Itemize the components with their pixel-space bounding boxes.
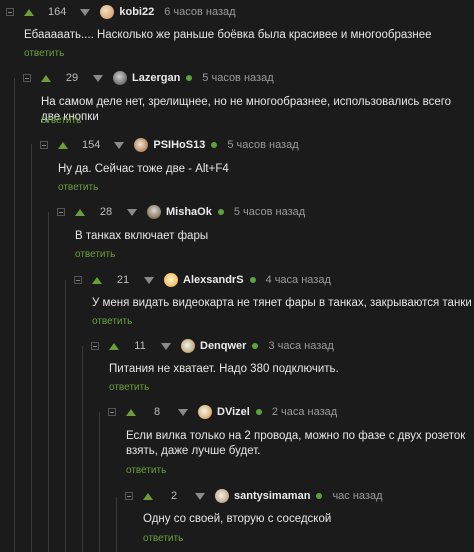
online-indicator — [249, 277, 256, 283]
thread-line — [116, 497, 117, 552]
comment-header: 21 AlexsandrS 4 часа назад — [92, 270, 331, 290]
comment-text: Питания не хватает. Надо 380 подключить. — [109, 363, 339, 375]
comment-rating: 2 — [170, 490, 178, 502]
comment-time: 2 часа назад — [271, 406, 338, 418]
comment-text: У меня видать видеокарта не тянет фары в… — [92, 297, 474, 309]
comment-header: 8 DVizel 2 часа назад — [126, 402, 337, 422]
collapse-thread-icon[interactable] — [23, 74, 31, 82]
comment-header: 164 kobi22 6 часов назад — [24, 2, 236, 22]
collapse-thread-icon[interactable] — [74, 276, 82, 284]
upvote-icon[interactable] — [75, 208, 85, 216]
comment-rating: 164 — [48, 6, 67, 18]
reply-link[interactable]: ответить — [58, 182, 98, 193]
comment-text: В танках включает фары — [75, 230, 209, 242]
downvote-icon[interactable] — [144, 276, 154, 284]
downvote-icon[interactable] — [80, 8, 91, 16]
downvote-icon[interactable] — [127, 208, 137, 216]
comment-header: 28 MishaOk 5 часов назад — [75, 202, 305, 222]
downvote-icon[interactable] — [114, 141, 125, 149]
upvote-icon[interactable] — [109, 342, 119, 350]
comment-rating: 29 — [65, 72, 79, 84]
avatar[interactable] — [147, 205, 161, 219]
upvote-icon[interactable] — [143, 492, 153, 500]
comment-text: Ебааааать.... Насколько же раньше боёвка… — [24, 29, 432, 41]
comment-text: На самом деле нет, зрелищнее, но не мног… — [41, 96, 452, 123]
comment-text: Ну да. Сейчас тоже две - Alt+F4 — [58, 163, 229, 175]
collapse-thread-icon[interactable] — [91, 342, 99, 350]
online-indicator — [217, 209, 224, 215]
comment-time: час назад — [332, 490, 383, 502]
comment-rating: 21 — [116, 274, 130, 286]
thread-line — [48, 212, 49, 552]
comment-text: Если вилка только на 2 провода, можно по… — [126, 430, 466, 457]
downvote-icon[interactable] — [195, 492, 205, 500]
reply-link[interactable]: ответить — [143, 533, 183, 544]
upvote-icon[interactable] — [92, 276, 102, 284]
thread-line — [14, 78, 15, 552]
avatar[interactable] — [181, 339, 195, 353]
reply-link[interactable]: ответить — [41, 115, 81, 126]
reply-link[interactable]: ответить — [109, 382, 149, 393]
avatar[interactable] — [113, 71, 127, 85]
comment-header: 29 Lazergan 5 часов назад — [41, 68, 274, 88]
avatar[interactable] — [215, 489, 229, 503]
reply-link[interactable]: ответить — [75, 249, 115, 260]
avatar[interactable] — [198, 405, 212, 419]
reply-link[interactable]: ответить — [92, 316, 132, 327]
comment-rating: 154 — [82, 139, 101, 151]
username-link[interactable]: Denqwer — [200, 340, 246, 352]
online-indicator — [186, 75, 193, 81]
thread-line — [65, 280, 66, 552]
username-link[interactable]: PSIHoS13 — [153, 139, 205, 151]
reply-link[interactable]: ответить — [24, 48, 64, 59]
collapse-thread-icon[interactable] — [125, 492, 133, 500]
comment-rating: 11 — [134, 340, 146, 352]
collapse-thread-icon[interactable] — [6, 8, 14, 16]
upvote-icon[interactable] — [126, 408, 136, 416]
comment-time: 3 часа назад — [268, 340, 334, 352]
thread-line — [31, 144, 32, 552]
avatar[interactable] — [134, 138, 149, 152]
comment-time: 6 часов назад — [164, 6, 236, 18]
comment-text: Одну со своей, вторую с соседской — [143, 513, 332, 525]
comment-rating: 28 — [99, 206, 113, 218]
username-link[interactable]: MishaOk — [166, 206, 212, 218]
upvote-icon[interactable] — [41, 74, 51, 82]
collapse-thread-icon[interactable] — [40, 141, 48, 149]
upvote-icon[interactable] — [58, 141, 68, 149]
username-link[interactable]: kobi22 — [119, 6, 154, 18]
online-indicator — [316, 493, 323, 499]
downvote-icon[interactable] — [178, 408, 188, 416]
upvote-icon[interactable] — [24, 8, 34, 16]
online-indicator — [255, 409, 262, 415]
thread-line — [82, 346, 83, 552]
avatar[interactable] — [100, 5, 115, 19]
comment-rating: 8 — [153, 406, 161, 418]
downvote-icon[interactable] — [93, 74, 103, 82]
online-indicator — [211, 142, 218, 148]
username-link[interactable]: DVizel — [217, 406, 250, 418]
avatar[interactable] — [164, 273, 178, 287]
username-link[interactable]: santysimaman — [234, 490, 310, 502]
comment-time: 5 часов назад — [233, 206, 306, 218]
comment-time: 5 часов назад — [227, 139, 299, 151]
thread-line — [99, 412, 100, 552]
collapse-thread-icon[interactable] — [108, 408, 116, 416]
username-link[interactable]: Lazergan — [132, 72, 180, 84]
collapse-thread-icon[interactable] — [57, 208, 65, 216]
comment-header: 2 santysimaman час назад — [143, 486, 383, 506]
online-indicator — [252, 343, 259, 349]
comment-time: 4 часа назад — [265, 274, 331, 286]
comment-header: 154 PSIHoS13 5 часов назад — [58, 135, 299, 155]
downvote-icon[interactable] — [161, 342, 171, 350]
username-link[interactable]: AlexsandrS — [183, 274, 244, 286]
reply-link[interactable]: ответить — [126, 465, 166, 476]
comment-time: 5 часов назад — [202, 72, 274, 84]
comment-header: 11 Denqwer 3 часа назад — [109, 336, 334, 356]
